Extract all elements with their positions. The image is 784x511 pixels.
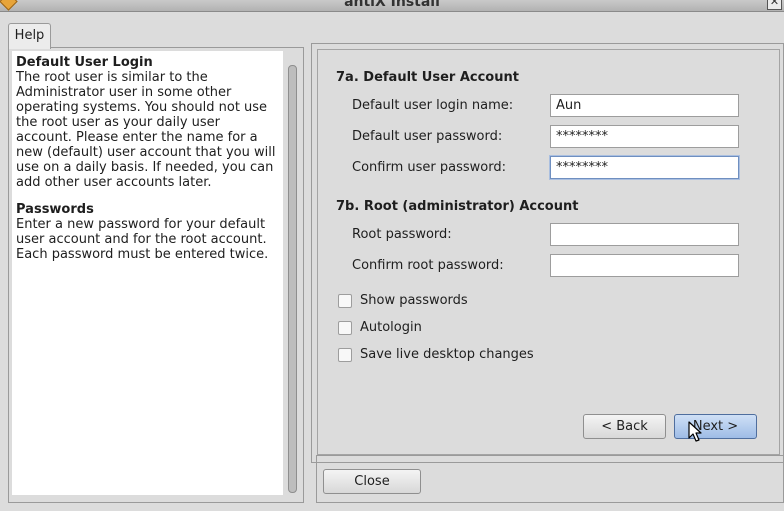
bottom-bar: Close — [316, 455, 784, 503]
help-panel: Default User Login The root user is simi… — [8, 47, 304, 503]
root-account-section-title: 7b. Root (administrator) Account — [336, 199, 579, 214]
login-name-input[interactable]: Aun — [550, 94, 739, 117]
autologin-label[interactable]: Autologin — [360, 320, 422, 335]
root-password-label: Root password: — [352, 227, 452, 242]
confirm-root-password-input[interactable] — [550, 254, 739, 277]
confirm-root-password-label: Confirm root password: — [352, 258, 504, 273]
form-group: 7a. Default User Account Default user lo… — [317, 49, 780, 455]
window-title: antiX Install — [344, 0, 440, 10]
help-heading-passwords: Passwords — [16, 202, 94, 217]
back-button[interactable]: < Back — [583, 414, 666, 439]
help-text-area: Default User Login The root user is simi… — [12, 51, 283, 495]
autologin-checkbox[interactable] — [338, 321, 352, 335]
help-heading-login: Default User Login — [16, 55, 153, 70]
confirm-user-password-label: Confirm user password: — [352, 160, 506, 175]
help-scrollbar[interactable] — [285, 51, 299, 497]
save-live-desktop-label[interactable]: Save live desktop changes — [360, 347, 534, 362]
tab-help[interactable]: Help — [8, 23, 51, 49]
close-button[interactable]: Close — [323, 469, 421, 494]
help-body-login: The root user is similar to the Administ… — [16, 70, 276, 190]
next-button[interactable]: Next > — [674, 414, 757, 439]
close-icon[interactable]: ✕ — [767, 0, 782, 10]
login-name-label: Default user login name: — [352, 98, 514, 113]
user-password-label: Default user password: — [352, 129, 503, 144]
help-scrollbar-thumb[interactable] — [288, 65, 297, 493]
mouse-pointer-icon — [688, 421, 702, 442]
show-passwords-checkbox[interactable] — [338, 294, 352, 308]
save-live-desktop-checkbox[interactable] — [338, 348, 352, 362]
confirm-user-password-input[interactable]: ******** — [550, 156, 739, 179]
user-password-input[interactable]: ******** — [550, 125, 739, 148]
root-password-input[interactable] — [550, 223, 739, 246]
show-passwords-label[interactable]: Show passwords — [360, 293, 468, 308]
user-account-section-title: 7a. Default User Account — [336, 70, 519, 85]
title-bar: antiX Install ✕ — [0, 0, 784, 12]
form-panel: 7a. Default User Account Default user lo… — [311, 43, 784, 463]
help-body-passwords: Enter a new password for your default us… — [16, 217, 269, 262]
